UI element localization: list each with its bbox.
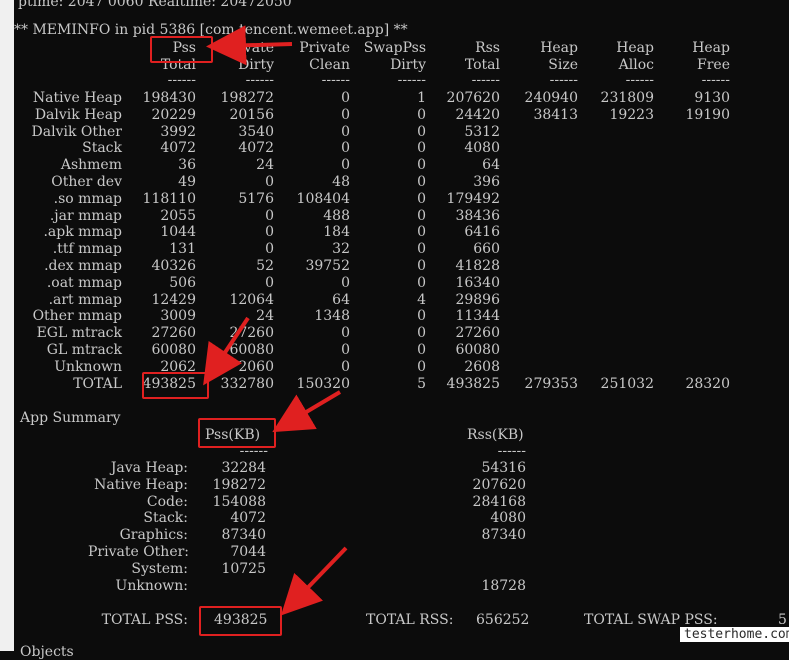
watermark: testerhome.com	[680, 627, 789, 642]
objects-header: Objects	[20, 644, 74, 660]
row-value: 396	[473, 174, 500, 190]
row-value: 38436	[455, 207, 500, 224]
summary-rss-value: 207620	[472, 476, 526, 493]
arrow-to-pss-kb	[272, 390, 342, 433]
row-value: 660	[473, 241, 500, 258]
row-value: 5312	[464, 123, 500, 140]
highlight-total-pss-row	[142, 372, 209, 399]
row-value: 29896	[455, 291, 500, 308]
summary-pss-value: 10725	[221, 560, 266, 577]
summary-rss-value: 18728	[481, 577, 526, 594]
summary-rss-value: 87340	[481, 527, 526, 544]
app-summary-title: App Summary	[20, 410, 121, 426]
row-value: 4080	[464, 140, 500, 157]
uptime-line: ptime: 2047 0060 Realtime: 20472050	[18, 0, 292, 10]
row-value: 41828	[455, 258, 500, 274]
highlight-pss-header	[150, 36, 213, 63]
row-value: 6416	[464, 224, 500, 241]
highlight-total-pss-summary	[199, 606, 282, 636]
row-value: 179492	[446, 190, 500, 207]
summary-pss-value: 7044	[230, 544, 266, 560]
total-rss-label: TOTAL RSS:	[366, 612, 454, 628]
column-header-bottom: Free	[697, 57, 730, 73]
summary-rss-value: 54316	[481, 460, 526, 476]
row-value: 2608	[464, 358, 500, 375]
summary-rss-value: 284168	[472, 493, 526, 510]
row-value: 11344	[455, 308, 500, 325]
summary-rss-value: 4080	[490, 510, 526, 527]
summary-pss-value: 154088	[212, 493, 266, 510]
window-left-edge	[0, 0, 14, 651]
row-value: 27260	[455, 325, 500, 342]
arrow-to-total-pss-summary	[280, 546, 348, 616]
total-pss-label: TOTAL PSS:	[101, 612, 188, 628]
row-value: 60080	[455, 342, 500, 358]
total-swap-pss-value: 5	[778, 612, 787, 628]
row-value: 16340	[455, 274, 500, 291]
summary-label: Unknown:	[115, 577, 188, 594]
rss-separator: ------	[497, 443, 526, 459]
row-value: 9130	[694, 90, 730, 106]
row-value: 19190	[685, 106, 730, 123]
row-value: 28320	[685, 375, 730, 392]
row-value: 64	[482, 157, 500, 174]
summary-pss-value: 87340	[221, 527, 266, 544]
rss-kb-header: Rss(KB)	[467, 427, 524, 443]
column-separator: ------	[701, 72, 730, 88]
total-swap-pss-label: TOTAL SWAP PSS:	[584, 612, 718, 628]
total-rss-value: 656252	[476, 612, 530, 628]
summary-pss-value: 198272	[212, 476, 266, 493]
column-header-top: Heap	[692, 40, 730, 56]
summary-pss-value: 32284	[221, 460, 266, 476]
highlight-pss-kb-header	[198, 418, 276, 448]
summary-pss-value: 4072	[230, 510, 266, 527]
